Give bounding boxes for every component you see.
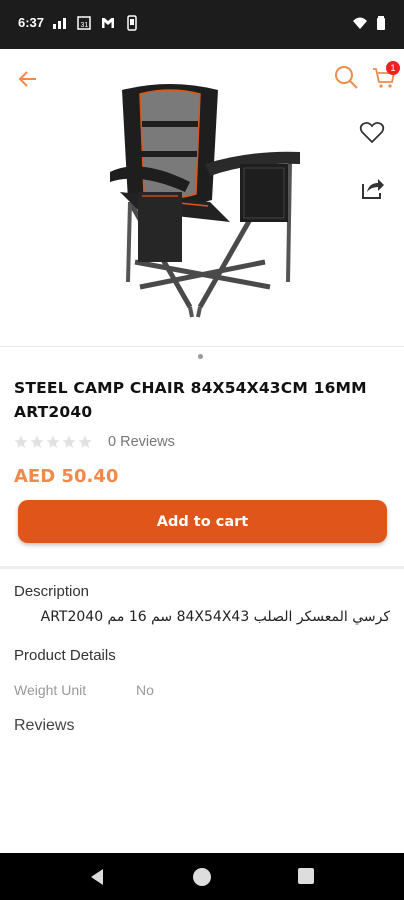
description-text: كرسي المعسكر الصلب 84X54X43 سم 16 مم ART… — [40, 609, 390, 625]
reviews-section-label: Reviews — [14, 717, 75, 734]
device-icon — [127, 15, 137, 31]
star-icon — [30, 435, 44, 448]
heart-icon[interactable] — [358, 118, 386, 146]
star-icon — [78, 435, 92, 448]
image-divider — [0, 346, 404, 347]
status-bar: 6:37 31 — [0, 0, 404, 49]
carousel-indicator — [198, 354, 203, 359]
nav-recents-icon[interactable] — [298, 868, 314, 884]
star-icon — [46, 435, 60, 448]
product-image[interactable] — [0, 72, 404, 344]
wifi-icon — [353, 17, 367, 29]
reviews-count[interactable]: 0 Reviews — [108, 434, 175, 450]
camp-chair-illustration — [110, 84, 300, 318]
product-title: STEEL CAMP CHAIR 84X54X43CM 16MM ART2040 — [14, 379, 367, 421]
battery-icon — [377, 16, 385, 30]
weight-unit-label: Weight Unit — [14, 682, 87, 698]
product-price: AED 50.40 — [14, 466, 119, 487]
product-details-label: Product Details — [14, 647, 116, 664]
svg-text:31: 31 — [81, 22, 89, 29]
status-time: 6:37 — [18, 15, 45, 30]
system-navigation-bar — [0, 853, 404, 900]
star-icon — [62, 435, 76, 448]
network-icon — [53, 18, 66, 29]
section-divider — [0, 566, 404, 569]
status-system-icons — [352, 15, 386, 31]
calendar-icon: 31 — [77, 16, 91, 30]
nav-home-icon[interactable] — [193, 868, 211, 886]
share-icon[interactable] — [358, 174, 386, 202]
weight-unit-value: No — [136, 682, 154, 698]
description-label: Description — [14, 583, 90, 600]
mail-icon — [102, 18, 114, 28]
add-to-cart-button[interactable]: Add to cart — [18, 500, 387, 543]
rating-stars — [14, 435, 92, 449]
status-notification-icons: 31 — [52, 15, 140, 31]
nav-back-icon[interactable] — [88, 868, 106, 886]
star-icon — [14, 435, 28, 448]
